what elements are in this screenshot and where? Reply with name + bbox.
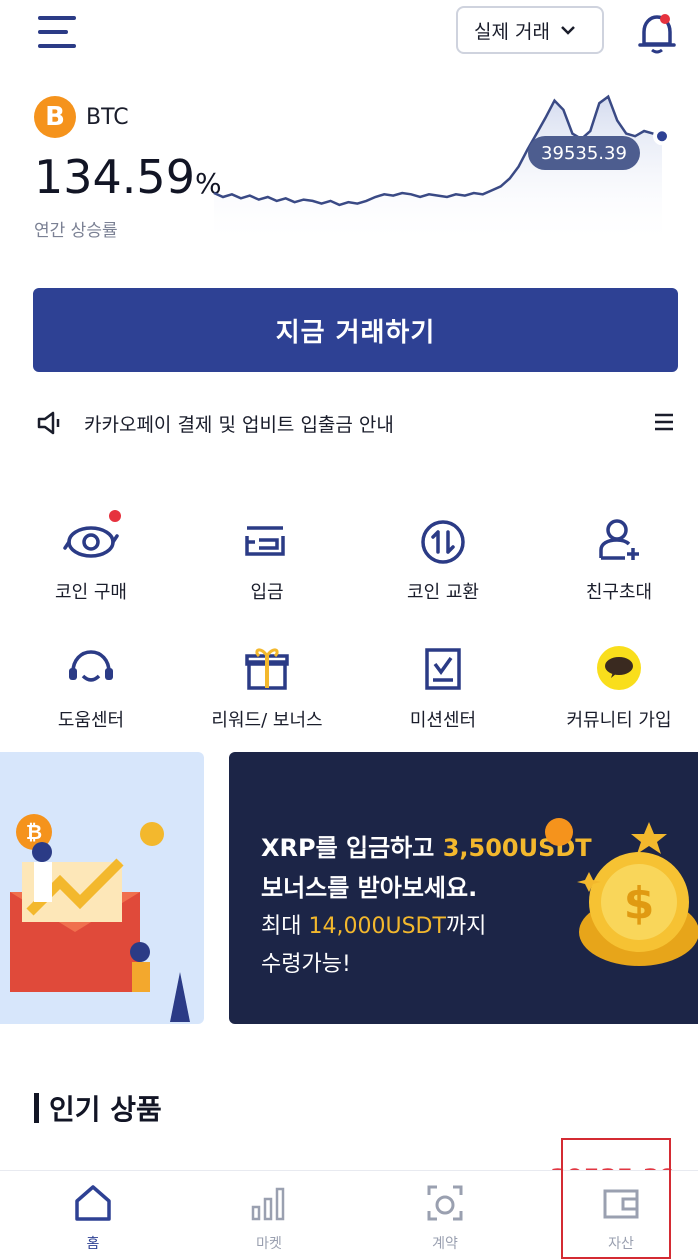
menu-invite-friend[interactable]: 친구초대	[532, 510, 698, 604]
menu-label: 친구초대	[585, 582, 653, 603]
notice-text: 카카오페이 결제 및 업비트 입출금 안내	[84, 413, 394, 436]
menu-mission-center[interactable]: 미션센터	[356, 638, 530, 732]
market-icon	[247, 1181, 291, 1225]
price-tag: 39535.39	[528, 136, 640, 170]
banner-line-4: 수령가능!	[261, 952, 351, 977]
annual-rate: 134.59%	[34, 150, 222, 204]
chevron-down-icon	[560, 21, 576, 40]
popular-section-title: 인기 상품	[34, 1088, 162, 1128]
menu-community-join[interactable]: 커뮤니티 가입	[532, 638, 698, 732]
badge-dot	[109, 510, 121, 522]
bitcoin-icon: B	[34, 96, 76, 138]
sparkline-end-dot	[653, 127, 671, 146]
kakao-talk-icon	[589, 638, 649, 698]
title-bar	[34, 1093, 39, 1123]
menu-help-center[interactable]: 도움센터	[4, 638, 178, 732]
notice-bar[interactable]: 카카오페이 결제 및 업비트 입출금 안내	[36, 406, 676, 440]
svg-text:₿: ₿	[26, 820, 42, 844]
menu-label: 리워드/ 보너스	[211, 710, 323, 731]
menu-coin-buy[interactable]: 코인 구매	[4, 510, 178, 604]
headset-icon	[61, 638, 121, 698]
menu-label: 코인 교환	[407, 582, 479, 603]
rate-value: 134.59	[34, 150, 195, 204]
menu-label: 코인 구매	[55, 582, 127, 603]
trade-mode-label: 실제 거래	[474, 20, 550, 43]
speaker-icon	[36, 408, 66, 438]
menu-label: 입금	[250, 582, 284, 603]
menu-label: 도움센터	[57, 710, 125, 731]
tab-contract[interactable]: 계약	[358, 1181, 532, 1253]
coin-buy-icon	[61, 510, 121, 570]
menu-coin-exchange[interactable]: 코인 교환	[356, 510, 530, 604]
promo-banner-xrp[interactable]: XRP를 입금하고 3,500USDT 보너스를 받아보세요. 최대 14,00…	[229, 752, 698, 1024]
tab-label: 마켓	[256, 1236, 282, 1252]
contract-icon	[423, 1181, 467, 1225]
menu-deposit[interactable]: 입금	[180, 510, 354, 604]
deposit-icon	[237, 510, 297, 570]
tab-home[interactable]: 홈	[6, 1181, 180, 1253]
list-icon[interactable]	[652, 410, 676, 434]
bell-icon[interactable]	[632, 8, 682, 58]
notification-dot	[660, 14, 670, 24]
svg-text:$: $	[624, 878, 655, 929]
top-bar: 실제 거래	[0, 0, 698, 80]
promo-illustration: ₿	[10, 814, 190, 1022]
home-icon	[71, 1181, 115, 1225]
coin-header: B BTC	[34, 96, 129, 138]
menu-label: 커뮤니티 가입	[566, 710, 672, 731]
hamburger-icon[interactable]	[38, 14, 78, 50]
trade-now-button[interactable]: 지금 거래하기	[33, 288, 678, 372]
mission-icon	[413, 638, 473, 698]
rate-label: 연간 상승률	[34, 221, 118, 241]
banner-text: 최대	[261, 914, 309, 939]
coin-name: BTC	[86, 104, 129, 130]
gift-icon	[237, 638, 297, 698]
tab-label: 계약	[432, 1236, 458, 1252]
highlight-box	[561, 1138, 671, 1259]
trade-mode-select[interactable]: 실제 거래	[456, 6, 604, 54]
banner-line-3: 최대 14,000USDT까지	[261, 908, 486, 940]
menu-rewards[interactable]: 리워드/ 보너스	[180, 638, 354, 732]
promo-banner-left[interactable]: ₿	[0, 752, 204, 1024]
banner-text: XRP를 입금하고	[261, 834, 443, 862]
coin-illustration: $	[545, 818, 698, 966]
popular-title-text: 인기 상품	[49, 1093, 162, 1126]
invite-friend-icon	[589, 510, 649, 570]
tab-market[interactable]: 마켓	[182, 1181, 356, 1253]
menu-label: 미션센터	[409, 710, 477, 731]
exchange-icon	[413, 510, 473, 570]
tab-label: 홈	[86, 1236, 100, 1252]
banner-highlight: 14,000USDT	[308, 914, 446, 939]
banner-text: 까지	[445, 914, 487, 939]
banner-line-2: 보너스를 받아보세요.	[261, 874, 478, 902]
